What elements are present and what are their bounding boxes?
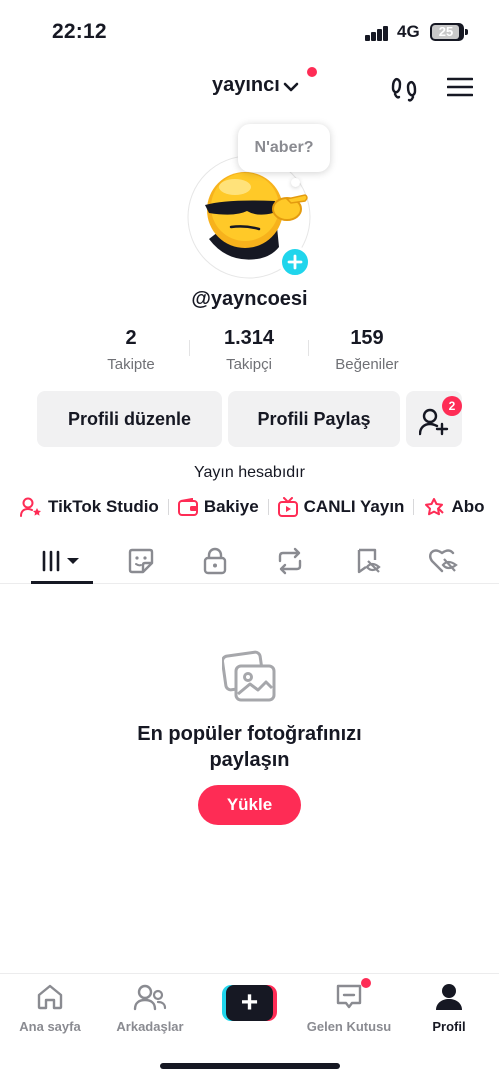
inbox-notification-dot	[361, 978, 371, 988]
footprints-icon[interactable]	[390, 75, 418, 108]
link-balance[interactable]: Bakiye	[177, 497, 259, 517]
nav-label: Ana sayfa	[19, 1019, 81, 1034]
home-indicator	[160, 1063, 340, 1069]
stat-label: Takipçi	[226, 356, 272, 373]
nav-label: Gelen Kutusu	[306, 1019, 392, 1034]
account-name: yayıncı	[212, 74, 280, 96]
inbox-icon	[336, 984, 362, 1009]
create-button[interactable]: +	[222, 985, 277, 1021]
menu-icon[interactable]	[446, 76, 474, 103]
status-bubble[interactable]: N'aber?	[238, 124, 330, 172]
friends-icon	[133, 984, 167, 1011]
subscription-icon	[425, 498, 445, 516]
stat-likes[interactable]: 159 Beğeniler	[307, 327, 427, 373]
chevron-down-icon	[283, 82, 299, 91]
tab-videos[interactable]	[31, 538, 93, 584]
bubble-tail	[291, 178, 300, 187]
wallet-icon	[177, 498, 198, 516]
tab-reposts[interactable]	[259, 538, 321, 584]
nav-inbox[interactable]: Gelen Kutusu	[299, 982, 399, 1034]
active-tab-indicator	[31, 581, 93, 584]
grid-icon	[42, 550, 79, 572]
profile-bio: Yayın hesabıdır	[194, 464, 305, 481]
quick-links: TikTok Studio Bakiye CANLI Yayın Abo	[20, 495, 484, 519]
status-bar: 22:12 4G 25	[0, 0, 499, 62]
top-nav: yayıncı	[0, 62, 499, 114]
repost-icon	[278, 547, 302, 575]
nav-home[interactable]: Ana sayfa	[0, 982, 100, 1034]
profile-stats: 2 Takipte 1.314 Takipçi 159 Beğeniler	[0, 327, 499, 377]
content-tabs	[0, 538, 499, 584]
link-label: CANLI Yayın	[303, 497, 405, 516]
add-friends-button[interactable]: 2	[406, 391, 462, 447]
link-label: Bakiye	[203, 497, 259, 516]
profile-icon	[436, 984, 462, 1010]
notification-dot	[307, 67, 317, 77]
profile-avatar[interactable]	[187, 155, 311, 279]
empty-title-line2: paylaşın	[209, 749, 290, 771]
live-tv-icon	[277, 497, 298, 517]
lock-icon	[203, 547, 227, 575]
stat-followers[interactable]: 1.314 Takipçi	[189, 327, 309, 373]
signal-icon	[365, 25, 391, 41]
stat-value: 1.314	[223, 327, 275, 349]
tab-favorites[interactable]	[337, 538, 399, 584]
username: @yayncoesi	[191, 288, 308, 310]
stat-value: 2	[125, 327, 137, 349]
link-subscription[interactable]: Abo	[423, 497, 484, 517]
nav-label: Profil	[432, 1019, 466, 1034]
tab-stickers[interactable]	[110, 538, 172, 584]
divider	[413, 499, 415, 515]
stat-following[interactable]: 2 Takipte	[71, 327, 191, 373]
nav-label: Arkadaşlar	[116, 1019, 184, 1034]
stat-label: Beğeniler	[335, 356, 399, 373]
hidden-favorites-icon	[357, 548, 381, 574]
tab-liked[interactable]	[412, 538, 474, 584]
person-star-icon	[20, 497, 41, 517]
nav-friends[interactable]: Arkadaşlar	[100, 982, 200, 1034]
empty-state-title: En popüler fotoğrafınızı paylaşın	[0, 721, 499, 773]
battery-icon: 25	[430, 23, 468, 41]
photo-stack-icon	[220, 650, 278, 711]
plus-icon	[287, 254, 303, 270]
stat-label: Takipte	[107, 356, 155, 373]
link-label: TikTok Studio	[48, 497, 159, 516]
empty-title-line1: En popüler fotoğrafınızı	[137, 723, 362, 745]
status-time: 22:12	[52, 20, 107, 43]
sticker-icon	[128, 548, 154, 574]
tab-private[interactable]	[184, 538, 246, 584]
home-icon	[37, 984, 63, 1010]
link-tiktok-studio[interactable]: TikTok Studio	[20, 497, 159, 517]
upload-button[interactable]: Yükle	[198, 785, 301, 825]
link-live[interactable]: CANLI Yayın	[277, 497, 405, 517]
edit-profile-button[interactable]: Profili düzenle	[37, 391, 222, 447]
link-label: Abo	[451, 497, 485, 516]
battery-level: 25	[438, 24, 454, 39]
nav-profile[interactable]: Profil	[399, 982, 499, 1034]
create-plus-icon: +	[226, 985, 273, 1021]
stat-value: 159	[350, 327, 384, 349]
network-type: 4G	[397, 22, 420, 41]
liked-hidden-icon	[429, 549, 458, 573]
friend-request-badge: 2	[442, 396, 462, 416]
add-avatar-button[interactable]	[279, 246, 311, 278]
share-profile-button[interactable]: Profili Paylaş	[228, 391, 400, 447]
divider	[167, 499, 169, 515]
divider	[267, 499, 269, 515]
account-switcher[interactable]: yayıncı	[212, 74, 299, 97]
